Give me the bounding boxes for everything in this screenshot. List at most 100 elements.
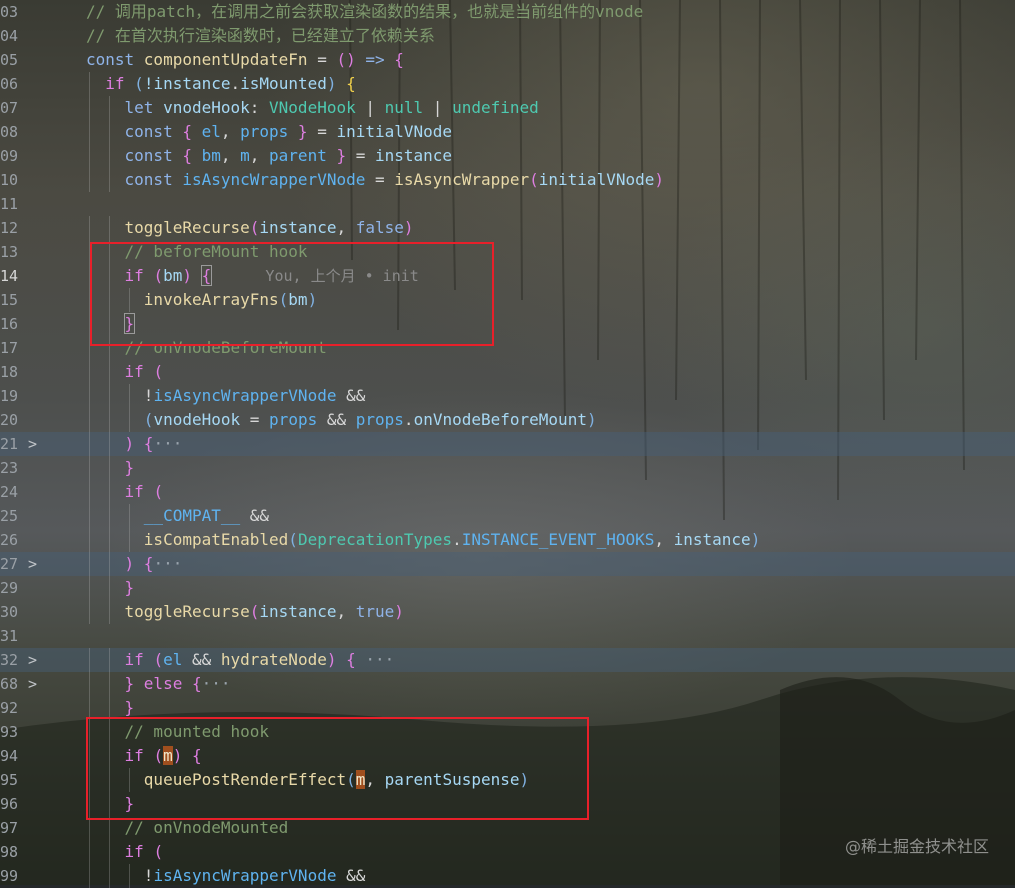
code-line[interactable]: 16 } [0,312,1015,336]
code-token: ( [153,266,164,285]
code-line[interactable]: 06 if (!instance.isMounted) { [0,72,1015,96]
code-line[interactable]: 24 if ( [0,480,1015,504]
indent-guide [89,744,90,768]
line-number: 68 [0,675,19,693]
fold-chevron-icon[interactable]: > [28,672,37,696]
code-line[interactable]: 14 if (bm) { You, 上个月 • init [0,264,1015,288]
code-line[interactable]: 27 > ) {··· [0,552,1015,576]
line-number: 07 [0,99,19,117]
code-line[interactable]: 04 // 在首次执行渲染函数时，已经建立了依赖关系 [0,24,1015,48]
code-text: if ( [86,480,164,504]
code-token: // beforeMount hook [86,242,308,261]
code-line[interactable]: 19 !isAsyncWrapperVNode && [0,384,1015,408]
watermark: @稀土掘金技术社区 [844,837,989,856]
code-line[interactable]: 96 } [0,792,1015,816]
code-token: m [355,770,366,789]
code-line[interactable]: 12 toggleRecurse(instance, false) [0,216,1015,240]
code-token: , [654,530,674,549]
indent-guide [109,408,111,432]
code-token: { [191,746,202,765]
indent-guide [109,240,111,264]
code-token: , [220,122,241,141]
indent-guide [109,600,111,624]
code-line[interactable]: 03 // 调用patch，在调用之前会获取渲染函数的结果，也就是当前组件的vno… [0,0,1015,24]
git-blame-annotation: You, 上个月 • init [211,267,419,285]
code-token: VNodeHook [269,98,356,117]
indent-guide [109,480,111,504]
code-line[interactable]: 25 __COMPAT__ && [0,504,1015,528]
code-line[interactable]: 20 (vnodeHook = props && props.onVnodeBe… [0,408,1015,432]
code-token: { [182,122,202,141]
code-line[interactable]: 68 > } else {··· [0,672,1015,696]
code-line[interactable]: 32 > if (el && hydrateNode) { ··· [0,648,1015,672]
code-line[interactable]: 99 !isAsyncWrapperVNode && [0,864,1015,888]
code-line[interactable]: 29 } [0,576,1015,600]
indent-guide [89,648,90,672]
code-line[interactable]: 93 // mounted hook [0,720,1015,744]
code-token: = [240,410,270,429]
indent-guide [109,696,111,720]
line-number: 04 [0,27,19,45]
code-line[interactable]: 26 isCompatEnabled(DeprecationTypes.INST… [0,528,1015,552]
indent-guide [109,768,111,792]
code-token: ( [153,746,164,765]
indent-guide [109,840,111,864]
indent-guide [109,360,111,384]
indent-guide [89,408,90,432]
indent-guide [129,408,131,432]
code-line[interactable]: 18 if ( [0,360,1015,384]
code-text: const isAsyncWrapperVNode = isAsyncWrapp… [86,168,664,192]
code-editor[interactable]: 03 // 调用patch，在调用之前会获取渲染函数的结果，也就是当前组件的vno… [0,0,1015,888]
code-line[interactable]: 21 > ) {··· [0,432,1015,456]
code-line[interactable]: 13 // beforeMount hook [0,240,1015,264]
code-line[interactable]: 09 const { bm, m, parent } = instance [0,144,1015,168]
code-line[interactable]: 95 queuePostRenderEffect(m, parentSuspen… [0,768,1015,792]
indent-guide [89,768,90,792]
code-text: // onVnodeBeforeMount [86,336,327,360]
fold-chevron-icon[interactable]: > [28,552,37,576]
code-line[interactable]: 31 [0,624,1015,648]
code-token: ( [278,290,289,309]
indent-guide [89,264,90,288]
code-line[interactable]: 94 if (m) { [0,744,1015,768]
line-number: 94 [0,747,19,765]
indent-guide [109,96,111,120]
code-token: false [355,218,404,237]
indent-guide [89,288,90,312]
code-line[interactable]: 07 let vnodeHook: VNodeHook | null | und… [0,96,1015,120]
line-number: 18 [0,363,19,381]
code-token: ) [307,290,318,309]
indent-guide [109,168,111,192]
code-token: , [365,770,385,789]
code-text: ) {··· [86,552,183,576]
code-token: { [394,50,404,69]
code-line[interactable]: 15 invokeArrayFns(bm) [0,288,1015,312]
code-token: if [86,746,154,765]
line-number: 08 [0,123,19,141]
fold-chevron-icon[interactable]: > [28,432,37,456]
code-line[interactable]: 30 toggleRecurse(instance, true) [0,600,1015,624]
code-line[interactable]: 08 const { el, props } = initialVNode [0,120,1015,144]
indent-guide [109,672,111,696]
code-token: && [240,506,270,525]
code-token: ) [326,74,347,93]
code-line[interactable]: 23 } [0,456,1015,480]
indent-guide [89,240,90,264]
indent-guide [89,864,90,888]
code-line[interactable]: 11 [0,192,1015,216]
code-token: DeprecationTypes [297,530,453,549]
code-line[interactable]: 05 const componentUpdateFn = () => { [0,48,1015,72]
indent-guide [89,120,90,144]
code-line[interactable]: 10 const isAsyncWrapperVNode = isAsyncWr… [0,168,1015,192]
code-token: } [124,578,135,597]
fold-chevron-icon[interactable]: > [28,648,37,672]
code-token: ··· [153,554,183,573]
code-line[interactable]: 17 // onVnodeBeforeMount [0,336,1015,360]
line-number: 95 [0,771,19,789]
code-token: ··· [355,650,395,669]
indent-guide [89,360,90,384]
code-line[interactable]: 92 } [0,696,1015,720]
code-text: invokeArrayFns(bm) [86,288,317,312]
